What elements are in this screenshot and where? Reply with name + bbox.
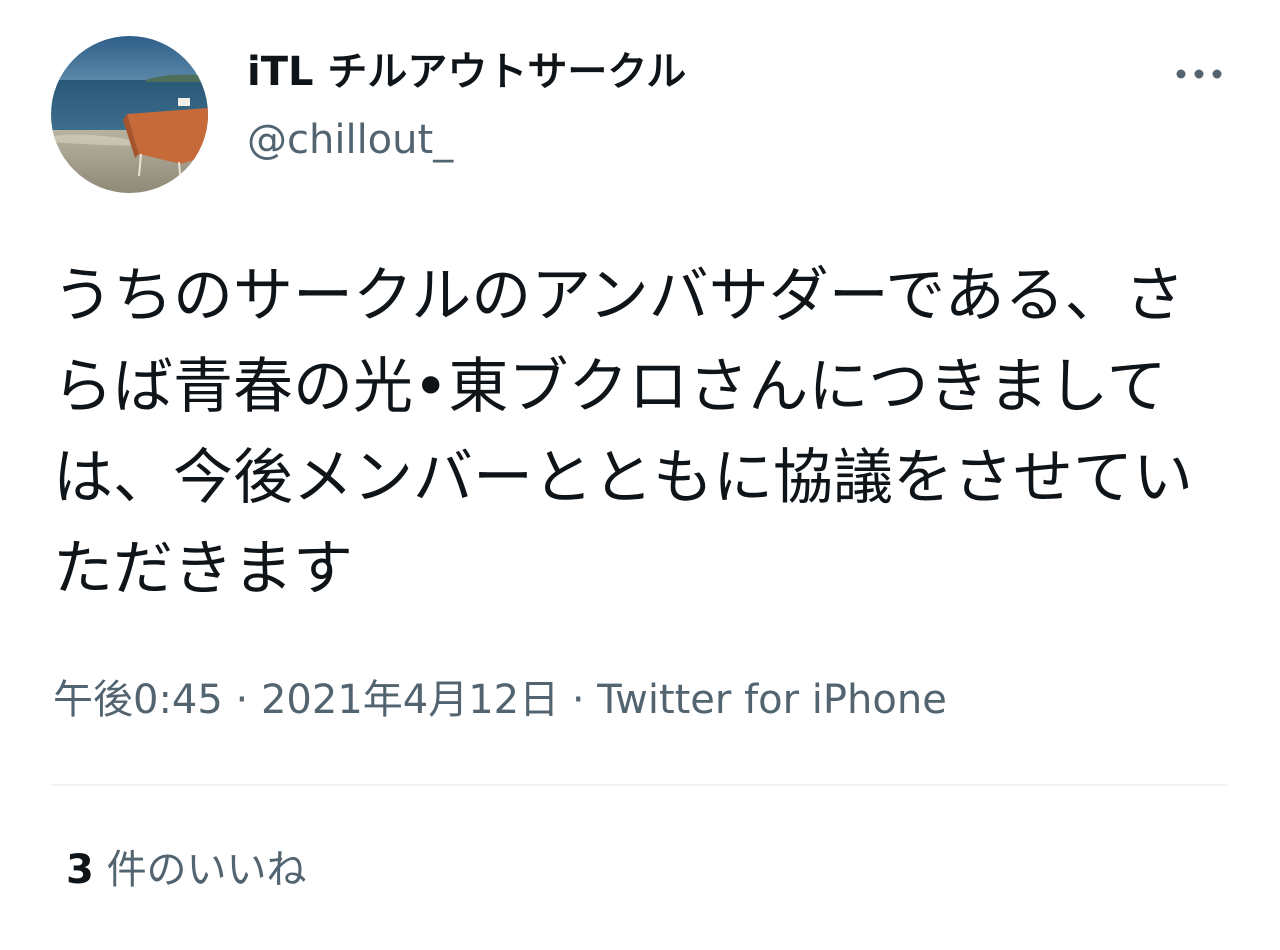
beach-table-avatar-image bbox=[51, 36, 208, 193]
meta-separator: · bbox=[222, 677, 261, 723]
tweet-source-link[interactable]: Twitter for iPhone bbox=[597, 677, 947, 723]
avatar[interactable] bbox=[51, 36, 208, 193]
tweet-metadata: 午後0:45 · 2021年4月12日 · Twitter for iPhone bbox=[53, 672, 947, 728]
likes-count: 3 bbox=[66, 847, 94, 893]
tweet-date-link[interactable]: 2021年4月12日 bbox=[261, 677, 559, 723]
likes-label: 件のいいね bbox=[106, 847, 307, 893]
more-horizontal-icon bbox=[1176, 69, 1222, 79]
tweet-detail: iTL チルアウトサークル @chillout_ うちのサークルのアンバサダーで… bbox=[0, 0, 1280, 950]
divider bbox=[51, 784, 1227, 786]
more-options-button[interactable] bbox=[1166, 56, 1232, 92]
tweet-time-link[interactable]: 午後0:45 bbox=[53, 677, 223, 723]
meta-separator: · bbox=[559, 677, 598, 723]
likes-link[interactable]: 3 件のいいね bbox=[66, 842, 307, 898]
display-name[interactable]: iTL チルアウトサークル bbox=[247, 44, 686, 100]
tweet-text: うちのサークルのアンバサダーである、さらば青春の光•東ブクロさんにつきましては、… bbox=[53, 261, 1193, 604]
user-handle[interactable]: @chillout_ bbox=[247, 112, 453, 168]
